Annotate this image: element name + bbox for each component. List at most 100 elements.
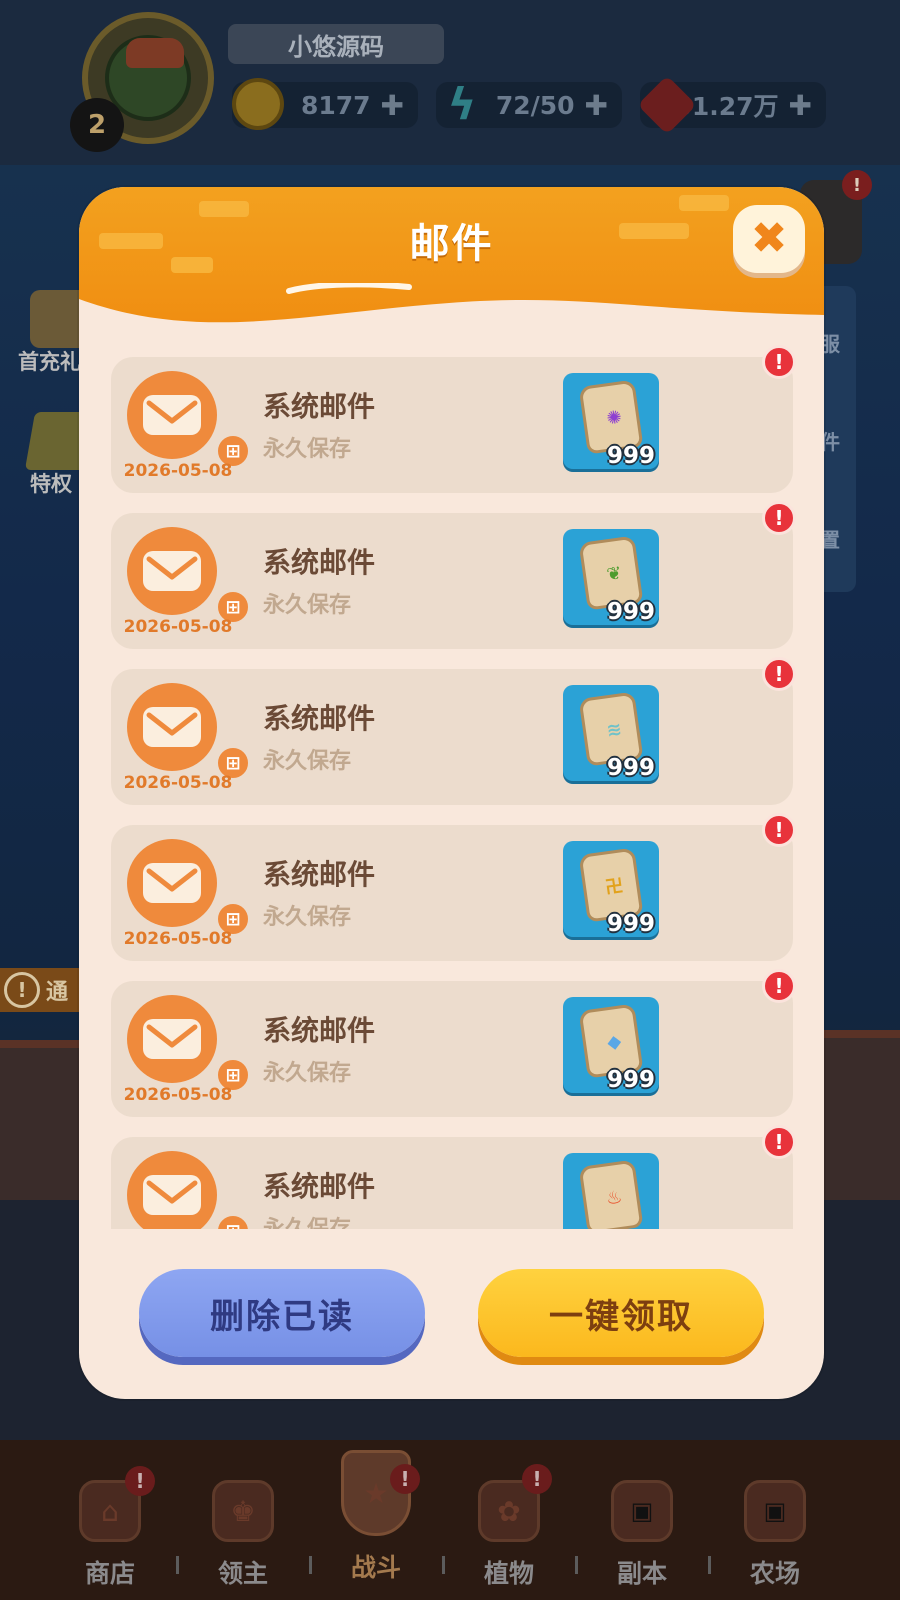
info-icon: ! (4, 972, 40, 1008)
mail-envelope-avatar: ⊞ (127, 1151, 251, 1229)
nav-tab[interactable]: ★ 战斗 (326, 1450, 426, 1584)
nav-tab[interactable]: ⌂ 商店 (60, 1480, 160, 1590)
player-name: 小悠源码 (228, 24, 444, 64)
mail-item[interactable]: ⊞ 2026-05-08 系统邮件 永久保存 ≋ 999 (111, 669, 793, 805)
mail-list[interactable]: ⊞ 2026-05-08 系统邮件 永久保存 ✺ 999 ⊞ 2026-05-0… (111, 357, 793, 1229)
nav-separator (708, 1556, 711, 1574)
background-building-right (820, 1030, 900, 1210)
header-decoration (679, 195, 729, 211)
menu-alert-badge: ! (842, 170, 872, 200)
add-gem-icon[interactable]: ✚ (789, 89, 812, 122)
reward-count: 999 (606, 911, 655, 937)
nav-tab[interactable]: ▣ 农场 (725, 1480, 825, 1590)
nav-tab-label: 领主 (217, 1559, 268, 1588)
coin-icon (232, 78, 284, 130)
mail-date: 2026-05-08 (123, 929, 233, 949)
nav-separator (442, 1556, 445, 1574)
envelope-icon (143, 551, 201, 591)
mail-item[interactable]: ⊞ 2026-05-08 系统邮件 永久保存 ❦ 999 (111, 513, 793, 649)
nav-tab-label: 农场 (749, 1559, 800, 1588)
mail-title: 系统邮件 (263, 1014, 376, 1047)
notice-text: 通 (46, 980, 69, 1005)
fire-seed-icon: ♨ (578, 1159, 644, 1229)
reward-count: 999 (606, 599, 655, 625)
claim-all-button[interactable]: 一键领取 (478, 1269, 764, 1357)
mail-item[interactable]: ⊞ 2026-05-08 系统邮件 永久保存 ◆ 999 (111, 981, 793, 1117)
reward-item[interactable]: ≋ 999 (563, 685, 659, 781)
reward-item[interactable]: ♨ (563, 1153, 659, 1229)
mail-title: 系统邮件 (263, 1170, 376, 1203)
energy-counter[interactable]: ϟ 72/50 ✚ (436, 79, 622, 130)
nav-tab[interactable]: ♚ 领主 (193, 1480, 293, 1590)
nav-alert-badge: ! (125, 1466, 155, 1496)
farm-lock-icon: ▣ (744, 1480, 806, 1542)
reward-item[interactable]: 卍 999 (563, 841, 659, 937)
mail-envelope-avatar: ⊞ (127, 683, 251, 781)
seed-emblem: 卍 (603, 875, 625, 899)
add-energy-icon[interactable]: ✚ (585, 89, 608, 122)
mail-envelope-avatar: ⊞ (127, 995, 251, 1093)
mail-subtitle: 永久保存 (263, 1061, 352, 1086)
dungeon-lock-icon: ▣ (611, 1480, 673, 1542)
mail-title: 系统邮件 (263, 702, 376, 735)
close-button[interactable]: ✖ (733, 205, 805, 273)
nav-tab-label: 副本 (616, 1559, 667, 1588)
player-level-badge: 2 (70, 98, 124, 152)
envelope-icon (143, 863, 201, 903)
coin-counter[interactable]: 8177 ✚ (232, 78, 418, 130)
gift-icon: ⊞ (215, 1213, 251, 1229)
seed-emblem: ✺ (605, 406, 624, 430)
envelope-icon (143, 1175, 201, 1215)
nav-separator (575, 1556, 578, 1574)
first-charge-label: 首充礼 (18, 350, 81, 374)
header-wave-edge (79, 283, 824, 363)
reward-count: 999 (606, 755, 655, 781)
mail-subtitle: 永久保存 (263, 593, 352, 618)
mail-date: 2026-05-08 (123, 461, 233, 481)
lightning-icon: ϟ (447, 78, 477, 130)
nav-tab[interactable]: ✿ 植物 (459, 1480, 559, 1590)
reward-count: 999 (606, 1067, 655, 1093)
seed-emblem: ❦ (605, 562, 624, 586)
ruby-icon (637, 75, 697, 135)
add-coin-icon[interactable]: ✚ (381, 89, 404, 122)
delete-read-button[interactable]: 删除已读 (139, 1269, 425, 1357)
mail-envelope-avatar: ⊞ (127, 527, 251, 625)
mail-subtitle: 永久保存 (263, 437, 352, 462)
mail-dialog: 邮件 ✖ ⊞ 2026-05-08 系统邮件 永久保存 ✺ 999 ⊞ 2026… (79, 187, 824, 1399)
mail-date: 2026-05-08 (123, 1085, 233, 1105)
nav-tab-label: 商店 (84, 1559, 135, 1588)
mail-item[interactable]: ⊞ 2026-05-08 系统邮件 永久保存 ✺ 999 (111, 357, 793, 493)
unread-alert-badge: ! (762, 345, 796, 379)
nav-tab-label: 植物 (483, 1559, 534, 1588)
notice-banner[interactable]: ! 通 (0, 968, 90, 1012)
reward-item[interactable]: ✺ 999 (563, 373, 659, 469)
nav-separator (309, 1556, 312, 1574)
mail-title: 系统邮件 (263, 858, 376, 891)
mail-item[interactable]: ⊞ 系统邮件 永久保存 ♨ (111, 1137, 793, 1229)
reward-item[interactable]: ❦ 999 (563, 529, 659, 625)
mail-envelope-avatar: ⊞ (127, 839, 251, 937)
envelope-icon (143, 1019, 201, 1059)
mail-date: 2026-05-08 (123, 773, 233, 793)
nav-alert-badge: ! (522, 1464, 552, 1494)
reward-item[interactable]: ◆ 999 (563, 997, 659, 1093)
mail-subtitle: 永久保存 (263, 749, 352, 774)
background-building-left (0, 1040, 80, 1210)
reward-count: 999 (606, 443, 655, 469)
gem-counter[interactable]: 51.27万 ✚ (637, 75, 826, 135)
cowboy-hat-icon (126, 38, 184, 68)
seed-emblem: ◆ (605, 1030, 623, 1053)
unread-alert-badge: ! (762, 501, 796, 535)
unread-alert-badge: ! (762, 969, 796, 1003)
nav-tab-label: 战斗 (350, 1553, 401, 1582)
lord-icon: ♚ (212, 1480, 274, 1542)
mail-item[interactable]: ⊞ 2026-05-08 系统邮件 永久保存 卍 999 (111, 825, 793, 961)
mail-subtitle: 永久保存 (263, 905, 352, 930)
envelope-icon (143, 707, 201, 747)
unread-alert-badge: ! (762, 657, 796, 691)
nav-tab[interactable]: ▣ 副本 (592, 1480, 692, 1590)
unread-alert-badge: ! (762, 1125, 796, 1159)
mail-envelope-avatar: ⊞ (127, 371, 251, 469)
unread-alert-badge: ! (762, 813, 796, 847)
